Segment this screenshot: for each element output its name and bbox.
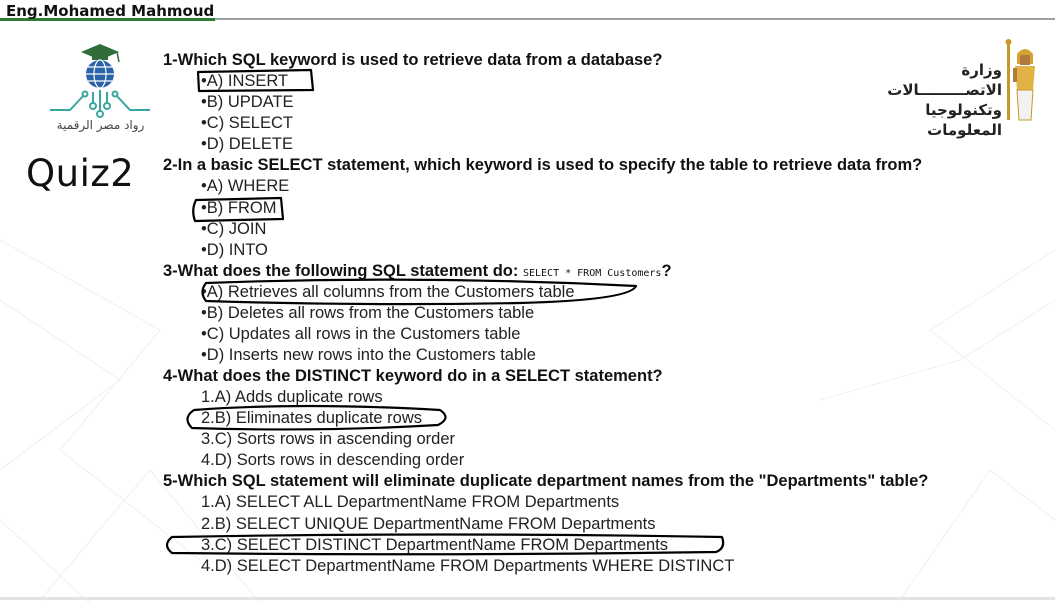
question-4: 4-What does the DISTINCT keyword do in a… [163,367,663,385]
question-5: 5-Which SQL statement will eliminate dup… [163,472,929,490]
question-1: 1-Which SQL keyword is used to retrieve … [163,51,663,69]
bottom-divider [0,597,1055,600]
q5-option-d: 4.D) SELECT DepartmentName FROM Departme… [201,557,735,575]
q2-option-c: •C) JOIN [201,220,267,238]
question-3-text: 3-What does the following SQL statement … [163,262,519,280]
q1-option-a: •A) INSERT [201,72,289,90]
q3-option-d: •D) Inserts new rows into the Customers … [201,346,536,364]
q1-option-c: •C) SELECT [201,114,293,132]
q4-option-d: 4.D) Sorts rows in descending order [201,451,465,469]
q4-option-b: 2.B) Eliminates duplicate rows [201,409,423,427]
q2-option-b: •B) FROM [201,199,277,217]
q3-option-c: •C) Updates all rows in the Customers ta… [201,325,521,343]
ministry-line-2: وتكنولوجيا المعلومات [925,101,1002,139]
logo-caption: رواد مصر الرقمية [56,118,145,132]
q5-option-b: 2.B) SELECT UNIQUE DepartmentName FROM D… [201,515,656,533]
q4-option-a: 1.A) Adds duplicate rows [201,388,383,406]
top-bar-divider [215,18,1055,20]
author-name: Eng.Mohamed Mahmoud [6,2,215,20]
q3-option-a: •A) Retrieves all columns from the Custo… [201,283,575,301]
ministry-line-1: وزارة الاتصـــــــــالات [887,61,1002,99]
quiz-title: Quiz2 [26,152,135,195]
q2-option-a: •A) WHERE [201,177,290,195]
ministry-name: وزارة الاتصـــــــــالات وتكنولوجيا المع… [862,60,1002,140]
pharaoh-emblem-icon [1005,39,1035,121]
q5-option-a: 1.A) SELECT ALL DepartmentName FROM Depa… [201,493,620,511]
q1-option-d: •D) DELETE [201,135,293,153]
q1-option-b: •B) UPDATE [201,93,294,111]
q3-option-b: •B) Deletes all rows from the Customers … [201,304,535,322]
q2-option-d: •D) INTO [201,241,268,259]
question-3: 3-What does the following SQL statement … [163,262,672,281]
question-2: 2-In a basic SELECT statement, which key… [163,156,923,174]
q5-option-c: 3.C) SELECT DISTINCT DepartmentName FROM… [201,536,669,554]
question-3-code: SELECT * FROM Customers [522,268,662,279]
q4-option-c: 3.C) Sorts rows in ascending order [201,430,456,448]
question-3-suffix: ? [661,262,672,280]
